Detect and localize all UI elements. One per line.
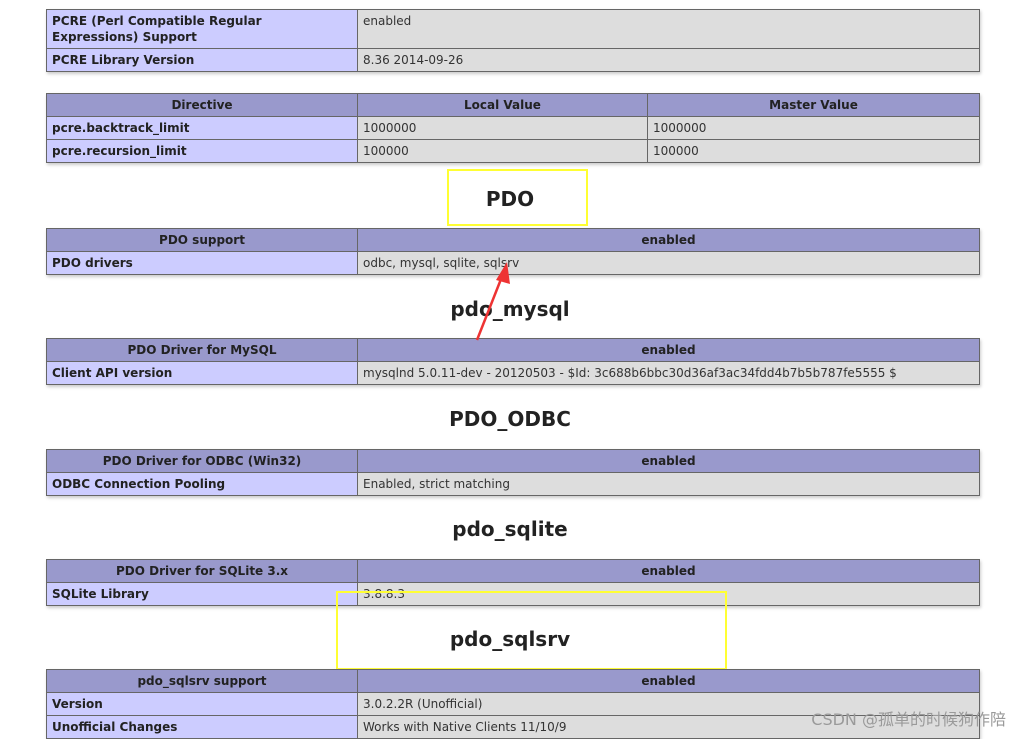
section-title-pdo-sqlsrv: pdo_sqlsrv — [449, 627, 571, 651]
row-label: PDO drivers — [46, 251, 358, 275]
row-value: Enabled, strict matching — [357, 472, 980, 496]
master-value: 1000000 — [647, 116, 980, 140]
pdo-sqlite-table: PDO Driver for SQLite 3.x enabled SQLite… — [46, 559, 980, 606]
pdo-odbc-table: PDO Driver for ODBC (Win32) enabled ODBC… — [46, 449, 980, 496]
column-header-status: enabled — [357, 338, 980, 362]
column-header-local-value: Local Value — [357, 93, 648, 117]
column-header-status: enabled — [357, 228, 980, 252]
column-header-feature: PDO Driver for SQLite 3.x — [46, 559, 358, 583]
row-value: 3.8.8.3 — [357, 582, 980, 606]
row-value: mysqlnd 5.0.11-dev - 20120503 - $Id: 3c6… — [357, 361, 980, 385]
table-header-row: pdo_sqlsrv support enabled — [46, 669, 980, 693]
column-header-master-value: Master Value — [647, 93, 980, 117]
directive-name: pcre.recursion_limit — [46, 139, 358, 163]
row-value: enabled — [357, 9, 980, 49]
local-value: 100000 — [357, 139, 648, 163]
pcre-directives-table: Directive Local Value Master Value pcre.… — [46, 93, 980, 163]
row-label: PCRE Library Version — [46, 48, 358, 72]
column-header-status: enabled — [357, 669, 980, 693]
table-row: pcre.backtrack_limit 1000000 1000000 — [46, 116, 980, 140]
table-row: PCRE (Perl Compatible Regular Expression… — [46, 9, 980, 49]
pdo-drivers-value: odbc, mysql, sqlite, sqlsrv — [357, 251, 980, 275]
local-value: 1000000 — [357, 116, 648, 140]
annotation-arrow-icon — [475, 262, 510, 341]
table-row: SQLite Library 3.8.8.3 — [46, 582, 980, 606]
table-row: ODBC Connection Pooling Enabled, strict … — [46, 472, 980, 496]
table-header-row: PDO support enabled — [46, 228, 980, 252]
row-label: ODBC Connection Pooling — [46, 472, 358, 496]
section-title-pdo: PDO — [485, 187, 535, 211]
table-header-row: Directive Local Value Master Value — [46, 93, 980, 117]
master-value: 100000 — [647, 139, 980, 163]
section-title-pdo-odbc: PDO_ODBC — [449, 407, 571, 431]
row-value: 8.36 2014-09-26 — [357, 48, 980, 72]
watermark-text: CSDN @孤单的时候狗作陪 — [811, 710, 1006, 729]
table-row: Client API version mysqlnd 5.0.11-dev - … — [46, 361, 980, 385]
table-row: PCRE Library Version 8.36 2014-09-26 — [46, 48, 980, 72]
column-header-feature: PDO Driver for ODBC (Win32) — [46, 449, 358, 473]
column-header-feature: PDO Driver for MySQL — [46, 338, 358, 362]
column-header-directive: Directive — [46, 93, 358, 117]
column-header-status: enabled — [357, 449, 980, 473]
directive-name: pcre.backtrack_limit — [46, 116, 358, 140]
section-title-pdo-sqlite: pdo_sqlite — [452, 517, 568, 541]
table-header-row: PDO Driver for SQLite 3.x enabled — [46, 559, 980, 583]
row-label: PCRE (Perl Compatible Regular Expression… — [46, 9, 358, 49]
row-label: Version — [46, 692, 358, 716]
table-row: pcre.recursion_limit 100000 100000 — [46, 139, 980, 163]
row-label: SQLite Library — [46, 582, 358, 606]
table-header-row: PDO Driver for ODBC (Win32) enabled — [46, 449, 980, 473]
row-label: Client API version — [46, 361, 358, 385]
column-header-feature: pdo_sqlsrv support — [46, 669, 358, 693]
column-header-feature: PDO support — [46, 228, 358, 252]
row-label: Unofficial Changes — [46, 715, 358, 739]
pcre-support-table: PCRE (Perl Compatible Regular Expression… — [46, 9, 980, 72]
column-header-status: enabled — [357, 559, 980, 583]
